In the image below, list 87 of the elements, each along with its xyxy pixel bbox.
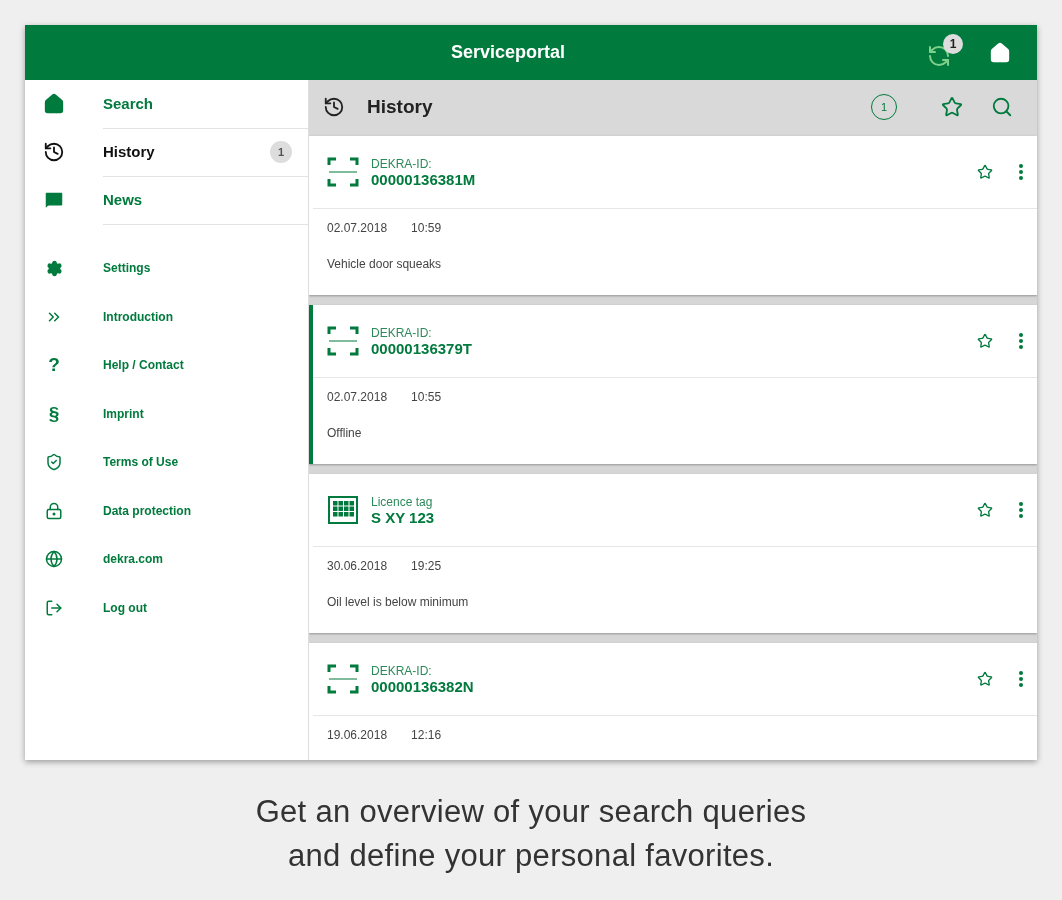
menu-label: Data protection [103, 503, 191, 518]
time-text: 10:59 [411, 221, 442, 235]
menu-item[interactable]: ? Help / Contact [25, 341, 308, 390]
scan-frame-icon [327, 156, 359, 188]
note-text: Offline [327, 426, 363, 440]
history-card[interactable]: DEKRA-ID: 00000136379T 02.07.2018 10:55 Offline [309, 305, 1037, 464]
settings-icon [45, 259, 63, 277]
time-text: 19:25 [411, 559, 442, 573]
message-icon [43, 189, 65, 211]
grid-icon [327, 494, 359, 526]
nav-label: News [103, 191, 143, 208]
more-icon [1019, 502, 1023, 518]
glyph-icon: ? [48, 354, 60, 377]
app-title: Serviceportal [449, 42, 567, 63]
star-icon [977, 164, 993, 180]
scan-frame-icon [327, 325, 359, 357]
favorite-button[interactable] [975, 669, 995, 689]
globe-icon [45, 550, 63, 569]
lock-icon [45, 501, 63, 520]
more-button[interactable] [1017, 669, 1025, 689]
menu-label: Terms of Use [103, 455, 179, 470]
more-icon [1019, 333, 1023, 349]
menu-label: Introduction [103, 309, 173, 324]
menu-item[interactable]: § Imprint [25, 389, 308, 438]
favorite-button[interactable] [975, 331, 995, 351]
scan-frame-icon [327, 663, 359, 695]
glyph-icon: § [48, 402, 60, 425]
menu-item[interactable]: Log out [25, 583, 308, 632]
more-button[interactable] [1017, 500, 1025, 520]
caption-text: Get an overview of your search queries [255, 793, 807, 831]
section-title: History [367, 96, 434, 118]
history-icon [323, 96, 345, 118]
time-text: 10:55 [411, 390, 442, 404]
note-text: Oil level is below minimum [327, 595, 470, 609]
sync-button[interactable]: 1 [923, 33, 963, 72]
more-icon [1019, 671, 1023, 687]
time-text: 12:16 [411, 728, 442, 742]
nav-item[interactable]: History 1 [25, 128, 308, 176]
date-text: 19.06.2018 [327, 728, 388, 742]
menu-item[interactable]: Terms of Use [25, 438, 308, 487]
id-value: 00000136379T [371, 339, 473, 357]
menu-item[interactable]: Settings [25, 244, 308, 293]
date-text: 02.07.2018 [327, 390, 388, 404]
home-icon [989, 41, 1011, 64]
more-button[interactable] [1017, 162, 1025, 182]
id-value: S XY 123 [371, 508, 436, 526]
shield-icon [45, 453, 63, 472]
star-icon [941, 96, 963, 118]
nav-label: History [103, 143, 155, 160]
star-icon [977, 502, 993, 518]
date-text: 02.07.2018 [327, 221, 388, 235]
favorite-button[interactable] [975, 500, 995, 520]
id-label: DEKRA-ID: [371, 325, 433, 340]
star-icon [977, 333, 993, 349]
menu-label: Help / Contact [103, 358, 184, 373]
history-card[interactable]: Licence tag S XY 123 30.06.2018 19:25 Oil level is below minimum [309, 474, 1037, 633]
id-value: 00000136381M [371, 170, 477, 188]
history-icon [43, 141, 65, 163]
more-icon [1019, 164, 1023, 180]
menu-label: Settings [103, 261, 151, 276]
date-text: 30.06.2018 [327, 559, 388, 573]
logout-icon [45, 598, 63, 617]
nav-item[interactable]: Search [25, 80, 308, 128]
more-button[interactable] [1017, 331, 1025, 351]
caption-text: and define your personal favorites. [287, 837, 775, 875]
history-card[interactable]: DEKRA-ID: 00000136381M 02.07.2018 10:59 Vehicle door squeaks [309, 136, 1037, 295]
sync-icon [927, 43, 951, 68]
note-text: Vehicle door squeaks [327, 257, 443, 271]
search-icon [991, 96, 1013, 118]
nav-item[interactable]: News [25, 176, 308, 224]
home-icon [43, 93, 65, 115]
count-badge: 1 [270, 140, 292, 163]
menu-item[interactable]: Introduction [25, 292, 308, 341]
id-label: DEKRA-ID: [371, 663, 433, 678]
id-label: DEKRA-ID: [371, 156, 433, 171]
count-badge: 1 [943, 33, 963, 54]
menu-label: Imprint [103, 406, 144, 421]
nav-label: Search [103, 95, 154, 112]
menu-label: Log out [103, 600, 147, 615]
star-icon [977, 671, 993, 687]
menu-item[interactable]: Data protection [25, 486, 308, 535]
favorite-button[interactable] [975, 162, 995, 182]
id-label: Licence tag [371, 494, 434, 509]
menu-label: dekra.com [103, 552, 164, 567]
id-value: 00000136382N [371, 677, 475, 695]
menu-item[interactable]: dekra.com [25, 535, 308, 584]
history-card[interactable]: DEKRA-ID: 00000136382N 19.06.2018 12:16 [309, 643, 1037, 760]
